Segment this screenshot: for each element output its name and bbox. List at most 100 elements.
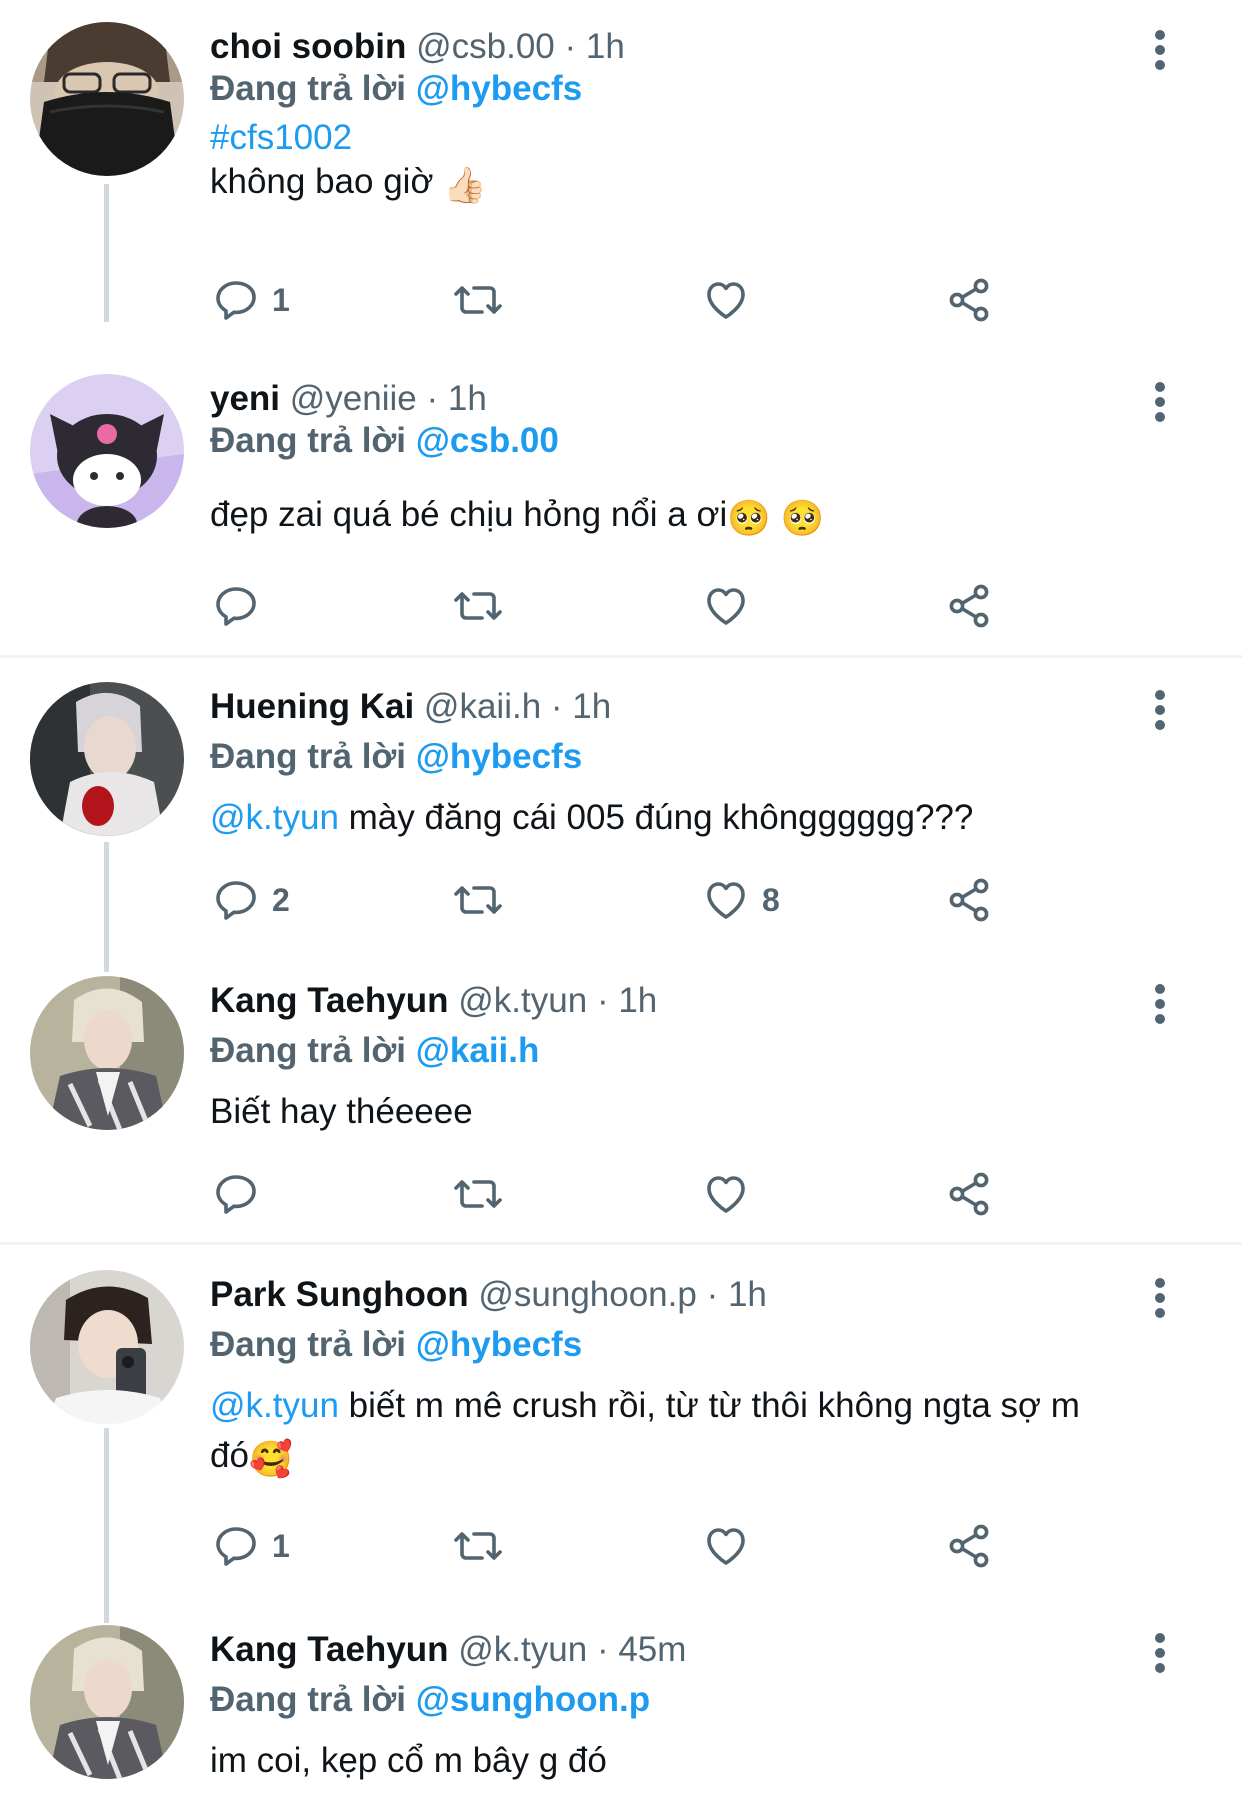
reply-button[interactable]: 1 xyxy=(212,274,290,326)
replying-to: Đang trả lời @kaii.h xyxy=(210,1031,539,1071)
replying-to: Đang trả lời @hybecfs xyxy=(210,69,582,109)
like-button[interactable]: 8 xyxy=(702,874,780,926)
like-button[interactable] xyxy=(702,580,750,632)
reply-icon xyxy=(216,1175,256,1214)
replying-mention[interactable]: @kaii.h xyxy=(416,1031,540,1070)
share-button[interactable] xyxy=(945,1168,993,1220)
share-button[interactable] xyxy=(945,580,993,632)
more-options-button[interactable] xyxy=(1150,688,1170,732)
retweet-button[interactable] xyxy=(452,274,504,326)
retweet-button[interactable] xyxy=(452,1520,504,1572)
tweet-header: Kang Taehyun @k.tyun · 45m xyxy=(210,1630,686,1670)
replying-to: Đang trả lời @hybecfs xyxy=(210,1325,582,1365)
display-name[interactable]: Park Sunghoon xyxy=(210,1275,469,1314)
avatar[interactable] xyxy=(30,1625,184,1779)
thread-divider xyxy=(0,1242,1242,1245)
tweet-header: yeni @yeniie · 1h xyxy=(210,379,487,419)
replying-label: Đang trả lời xyxy=(210,1031,407,1070)
timestamp[interactable]: 1h xyxy=(618,981,657,1020)
more-vertical-icon xyxy=(1155,382,1165,422)
replying-to: Đang trả lời @csb.00 xyxy=(210,421,559,461)
share-button[interactable] xyxy=(945,1520,993,1572)
reply-icon xyxy=(216,881,256,920)
avatar[interactable] xyxy=(30,374,184,528)
smiling-hearts-emoji: 🥰 xyxy=(248,1440,293,1479)
user-handle[interactable]: @k.tyun xyxy=(458,1630,587,1669)
avatar-image xyxy=(30,1625,184,1779)
avatar-image xyxy=(30,976,184,1130)
tweet-text: @k.tyun mày đăng cái 005 đúng khôngggggg… xyxy=(210,793,1182,843)
retweet-button[interactable] xyxy=(452,1168,504,1220)
user-handle[interactable]: @kaii.h xyxy=(424,687,541,726)
more-options-button[interactable] xyxy=(1150,28,1170,72)
avatar[interactable] xyxy=(30,22,184,176)
timestamp[interactable]: 1h xyxy=(448,379,487,418)
more-options-button[interactable] xyxy=(1150,1276,1170,1320)
reply-button[interactable]: 1 xyxy=(212,1520,290,1572)
like-button[interactable] xyxy=(702,274,750,326)
hashtag-link[interactable]: #cfs1002 xyxy=(210,118,352,157)
retweet-icon xyxy=(454,592,502,620)
like-button[interactable] xyxy=(702,1168,750,1220)
tweet-header: Park Sunghoon @sunghoon.p · 1h xyxy=(210,1275,767,1315)
user-handle[interactable]: @yeniie xyxy=(290,379,417,418)
replying-label: Đang trả lời xyxy=(210,737,407,776)
replying-mention[interactable]: @hybecfs xyxy=(416,69,582,108)
more-options-button[interactable] xyxy=(1150,982,1170,1026)
avatar[interactable] xyxy=(30,1270,184,1424)
more-options-button[interactable] xyxy=(1150,1631,1170,1675)
retweet-button[interactable] xyxy=(452,874,504,926)
display-name[interactable]: Huening Kai xyxy=(210,687,414,726)
avatar[interactable] xyxy=(30,682,184,836)
replying-label: Đang trả lời xyxy=(210,1680,407,1719)
thumbs-up-emoji: 👍🏻 xyxy=(443,166,487,205)
separator-dot: · xyxy=(596,1630,609,1669)
tweet-text: Biết hay théeeee xyxy=(210,1087,1182,1137)
reply-button[interactable] xyxy=(212,580,272,632)
reply-count: 1 xyxy=(272,1527,290,1564)
heart-icon xyxy=(707,588,745,625)
user-handle[interactable]: @csb.00 xyxy=(416,27,555,66)
tweet-text-content: Biết hay théeeee xyxy=(210,1092,473,1131)
mention-link[interactable]: @k.tyun xyxy=(210,798,339,837)
retweet-button[interactable] xyxy=(452,580,504,632)
replying-mention[interactable]: @hybecfs xyxy=(416,737,582,776)
replying-mention[interactable]: @sunghoon.p xyxy=(416,1680,650,1719)
retweet-icon xyxy=(454,886,502,914)
reply-icon xyxy=(216,281,256,320)
thread-connector xyxy=(104,1428,109,1623)
thread-connector xyxy=(104,842,109,972)
share-button[interactable] xyxy=(945,874,993,926)
display-name[interactable]: yeni xyxy=(210,379,280,418)
tweet-text-line2: đó xyxy=(210,1436,249,1475)
timestamp[interactable]: 45m xyxy=(618,1630,686,1669)
replying-mention[interactable]: @hybecfs xyxy=(416,1325,582,1364)
user-handle[interactable]: @sunghoon.p xyxy=(478,1275,696,1314)
avatar-image xyxy=(30,1270,184,1424)
like-button[interactable] xyxy=(702,1520,750,1572)
heart-icon xyxy=(707,282,745,319)
reply-button[interactable]: 2 xyxy=(212,874,290,926)
reply-button[interactable] xyxy=(212,1168,272,1220)
separator-dot: · xyxy=(564,27,577,66)
avatar-image xyxy=(30,374,184,528)
more-options-button[interactable] xyxy=(1150,380,1170,424)
timestamp[interactable]: 1h xyxy=(586,27,625,66)
display-name[interactable]: Kang Taehyun xyxy=(210,981,449,1020)
replying-mention[interactable]: @csb.00 xyxy=(416,421,559,460)
tweet-text: #cfs1002 không bao giờ 👍🏻 xyxy=(210,113,1182,211)
tweet-text-content: im coi, kẹp cổ m bây g đó xyxy=(210,1741,607,1780)
timestamp[interactable]: 1h xyxy=(572,687,611,726)
share-button[interactable] xyxy=(945,274,993,326)
mention-link[interactable]: @k.tyun xyxy=(210,1386,339,1425)
display-name[interactable]: Kang Taehyun xyxy=(210,1630,449,1669)
heart-icon xyxy=(707,882,745,919)
user-handle[interactable]: @k.tyun xyxy=(458,981,587,1020)
replying-to: Đang trả lời @sunghoon.p xyxy=(210,1680,650,1720)
timestamp[interactable]: 1h xyxy=(728,1275,767,1314)
more-vertical-icon xyxy=(1155,984,1165,1024)
avatar[interactable] xyxy=(30,976,184,1130)
display-name[interactable]: choi soobin xyxy=(210,27,406,66)
more-vertical-icon xyxy=(1155,30,1165,70)
share-icon xyxy=(949,878,989,922)
